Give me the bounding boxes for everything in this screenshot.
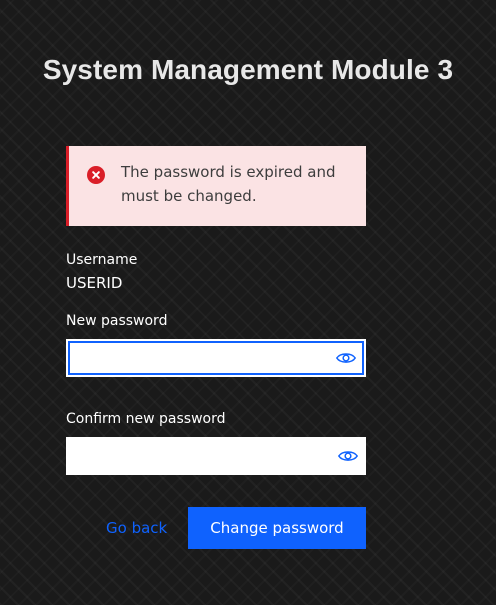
new-password-label: New password: [66, 313, 168, 329]
error-icon: [87, 166, 105, 184]
new-password-field[interactable]: [66, 339, 366, 377]
show-password-icon[interactable]: [336, 350, 356, 366]
new-password-input[interactable]: [74, 341, 324, 375]
username-label: Username: [66, 252, 138, 268]
show-password-icon[interactable]: [338, 448, 358, 464]
confirm-password-label: Confirm new password: [66, 411, 226, 427]
username-value: USERID: [66, 274, 123, 292]
confirm-password-input[interactable]: [72, 437, 322, 475]
error-alert: The password is expired and must be chan…: [66, 146, 366, 226]
confirm-password-field[interactable]: [66, 437, 366, 475]
go-back-link[interactable]: Go back: [106, 518, 167, 538]
change-password-button[interactable]: Change password: [188, 507, 366, 549]
alert-message: The password is expired and must be chan…: [121, 163, 336, 205]
page-title: System Management Module 3: [42, 54, 454, 85]
